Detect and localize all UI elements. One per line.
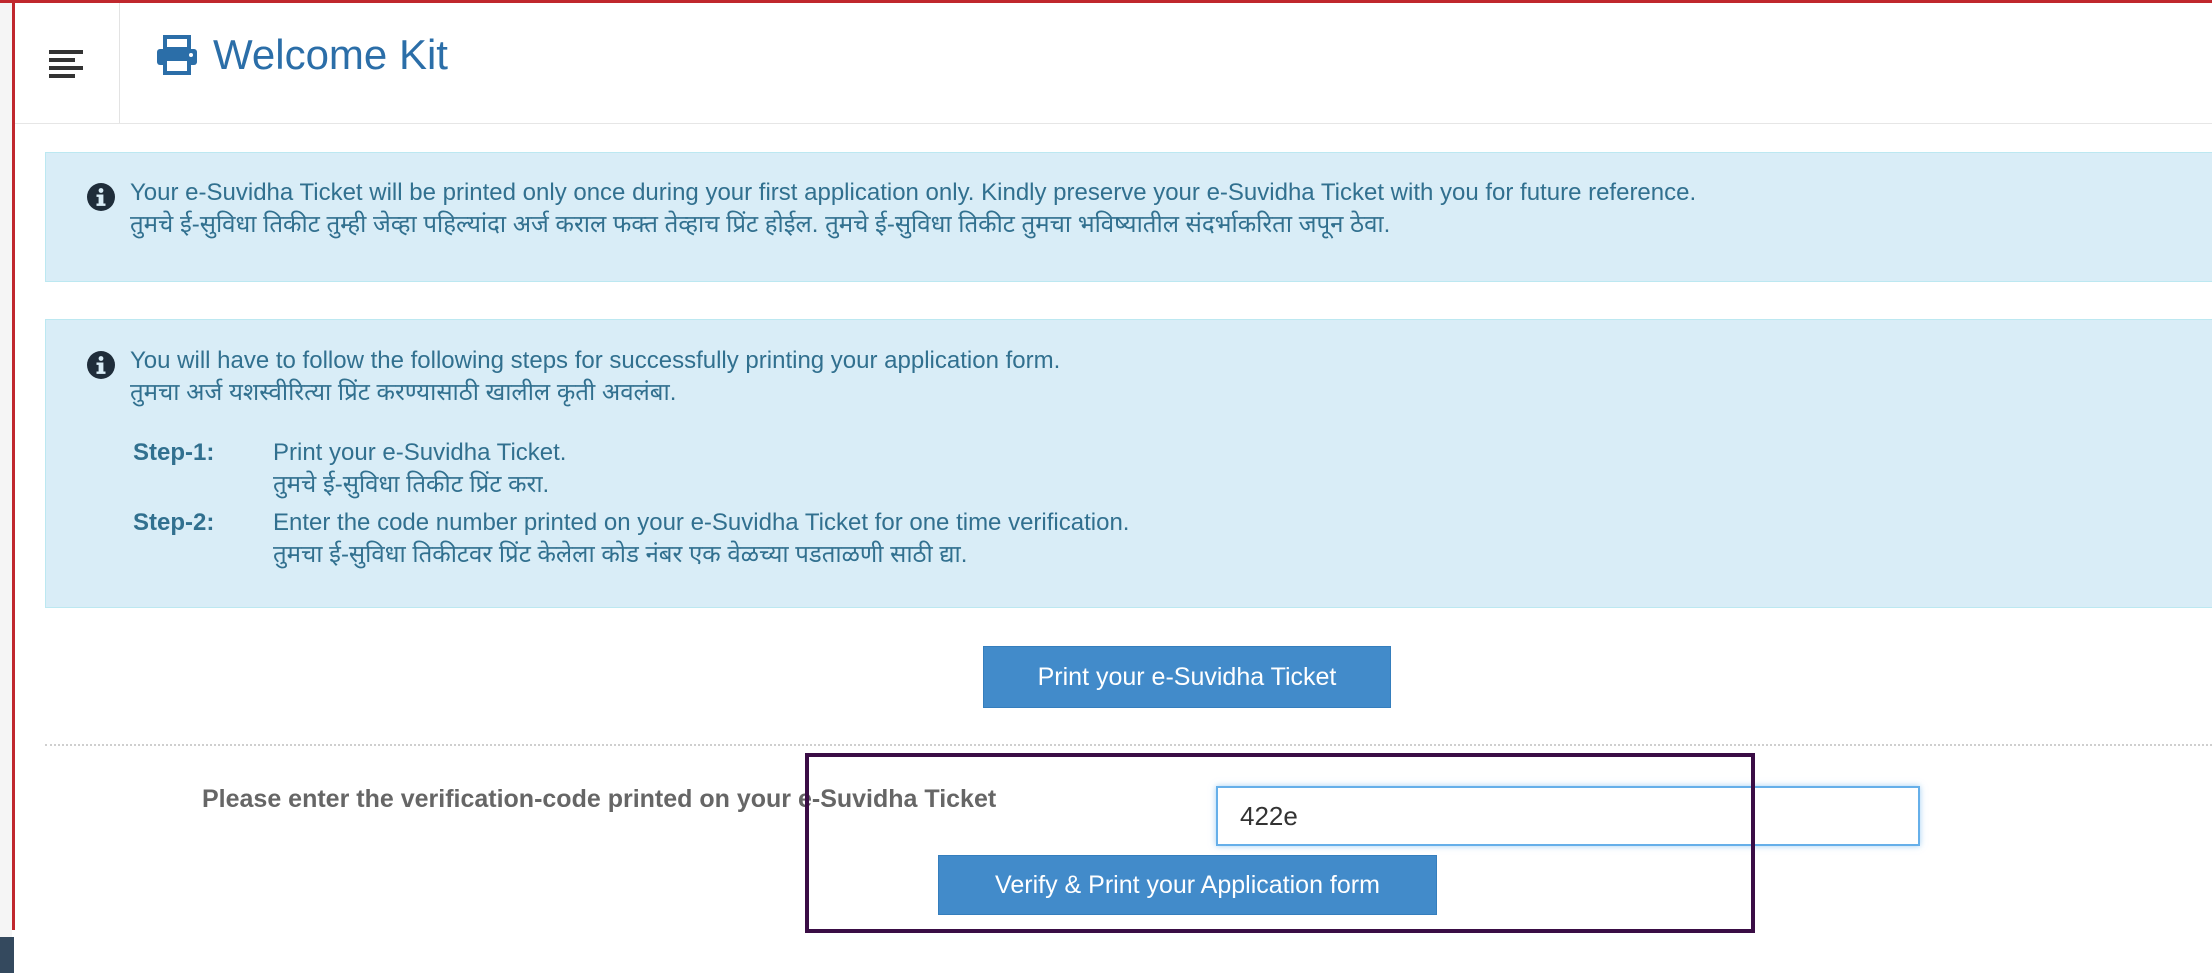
step-1-text-mr: तुमचे ई-सुविधा तिकीट प्रिंट करा. [273, 471, 550, 498]
steps-intro-en: You will have to follow the following st… [130, 347, 1061, 374]
info-icon [87, 351, 115, 379]
notice-text-en: Your e-Suvidha Ticket will be printed on… [130, 179, 1697, 206]
frame-border-left [12, 0, 15, 930]
print-ticket-button[interactable]: Print your e-Suvidha Ticket [983, 646, 1391, 708]
ticket-notice-box: Your e-Suvidha Ticket will be printed on… [45, 152, 2212, 282]
step-2-text-en: Enter the code number printed on your e-… [273, 509, 1130, 536]
menu-toggle-button[interactable] [15, 3, 120, 123]
verification-code-label: Please enter the verification-code print… [202, 785, 997, 813]
info-icon [87, 183, 115, 211]
verify-print-application-button[interactable]: Verify & Print your Application form [938, 855, 1437, 915]
page-title: Welcome Kit [213, 31, 448, 78]
printer-icon [157, 35, 197, 75]
step-1-label: Step-1: [133, 439, 215, 466]
page-header: Welcome Kit [15, 3, 2212, 124]
left-gutter [0, 0, 12, 937]
verification-code-input[interactable] [1216, 786, 1920, 846]
left-corner-block [0, 937, 14, 973]
page: Welcome Kit Your e-Suvidha Ticket will b… [0, 0, 2212, 973]
page-title-group: Welcome Kit [155, 25, 448, 85]
steps-info-box: You will have to follow the following st… [45, 319, 2212, 608]
section-divider [45, 744, 2212, 746]
step-2-label: Step-2: [133, 509, 215, 536]
step-1-text-en: Print your e-Suvidha Ticket. [273, 439, 567, 466]
step-2-text-mr: तुमचा ई-सुविधा तिकीटवर प्रिंट केलेला कोड… [273, 541, 968, 568]
steps-intro-mr: तुमचा अर्ज यशस्वीरित्या प्रिंट करण्यासाठ… [130, 379, 677, 406]
notice-text-mr: तुमचे ई-सुविधा तिकीट तुम्ही जेव्हा पहिल्… [130, 211, 1391, 238]
hamburger-menu-icon[interactable] [47, 46, 87, 80]
